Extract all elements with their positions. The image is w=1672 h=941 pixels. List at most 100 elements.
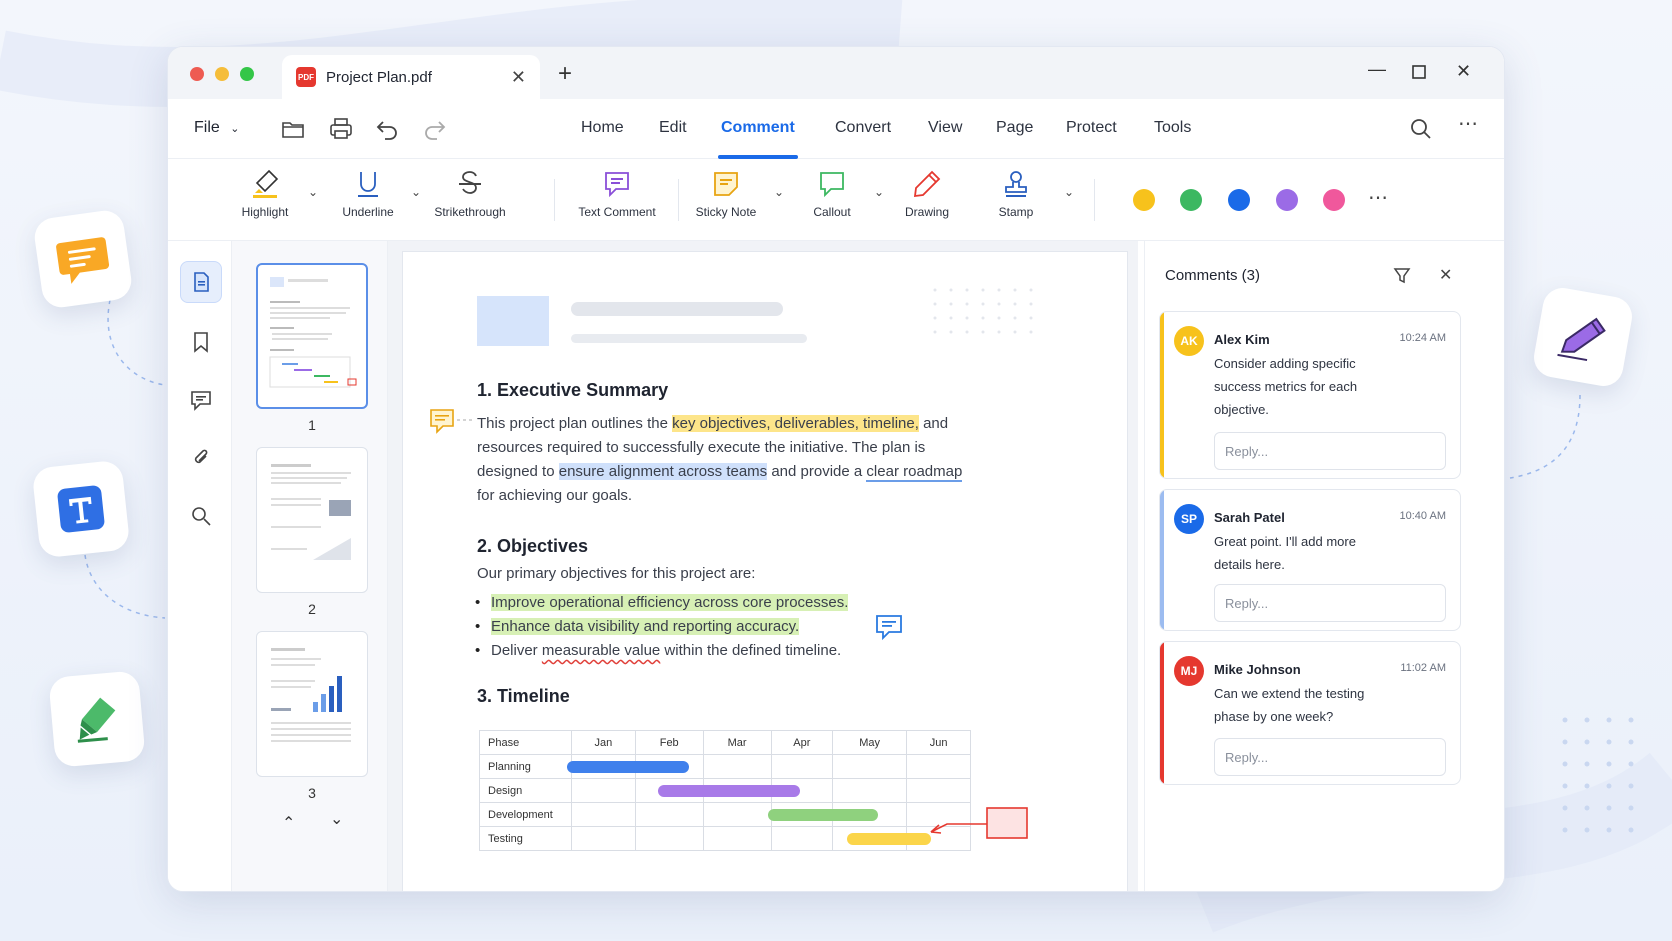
file-menu[interactable]: File ⌄ [194, 119, 239, 137]
floating-highlighter-card [48, 670, 146, 768]
highlighted-text-blue[interactable]: ensure alignment across teams [558, 463, 768, 480]
highlighted-text[interactable]: key objectives, deliverables, timeline, [672, 415, 919, 432]
menu-convert[interactable]: Convert [835, 119, 891, 137]
sidebar-pages[interactable] [180, 261, 222, 303]
page-thumbnail-3[interactable] [256, 631, 368, 777]
text-span: designed to [477, 463, 559, 480]
comment-time: 10:24 AM [1399, 332, 1446, 344]
logo-placeholder [477, 296, 549, 346]
close-window-icon[interactable]: ✕ [1456, 61, 1471, 82]
page-thumbnail-1[interactable] [256, 263, 368, 409]
color-swatch-yellow[interactable] [1133, 189, 1155, 211]
underlined-text[interactable]: clear roadmap [866, 463, 963, 482]
redo-icon[interactable] [421, 116, 447, 142]
more-colors-icon[interactable]: ⋯ [1368, 185, 1388, 210]
filter-icon[interactable] [1393, 267, 1411, 285]
tab-title: Project Plan.pdf [326, 68, 432, 86]
comment-ribbon: Highlight ⌄ Underline ⌄ Strikethrough Te… [168, 159, 1504, 241]
drawing-tool[interactable]: Drawing [894, 169, 960, 219]
color-swatch-blue[interactable] [1228, 189, 1250, 211]
menu-page[interactable]: Page [996, 119, 1033, 137]
menu-comment[interactable]: Comment [721, 119, 795, 137]
stamp-tool[interactable]: Stamp [986, 169, 1046, 219]
comment-marker-icon[interactable] [875, 614, 905, 644]
open-folder-icon[interactable] [280, 116, 306, 142]
left-sidebar [168, 241, 232, 891]
page-thumbnail-2[interactable] [256, 447, 368, 593]
callout-tool[interactable]: Callout [792, 169, 872, 219]
underline-dropdown-icon[interactable]: ⌄ [411, 185, 421, 199]
comments-panel: Comments (3) ✕ AK Alex Kim 10:24 AM Cons… [1144, 241, 1504, 891]
color-swatch-green[interactable] [1180, 189, 1202, 211]
list-item: Enhance data visibility and reporting ac… [475, 618, 800, 635]
text-comment-label: Text Comment [578, 205, 656, 219]
close-tab-icon[interactable]: ✕ [511, 67, 526, 88]
squiggly-underlined-text[interactable]: measurable value [542, 642, 660, 659]
reply-input[interactable]: Reply... [1214, 432, 1446, 470]
menu-view[interactable]: View [928, 119, 962, 137]
comment-text: Great point. I'll add more details here. [1214, 534, 1356, 572]
reply-input[interactable]: Reply... [1214, 584, 1446, 622]
phase-cell: Testing [479, 826, 572, 851]
chevron-down-icon[interactable]: ⌄ [330, 809, 343, 829]
sidebar-comments[interactable] [180, 379, 222, 421]
comment-text: Can we extend the testing phase by one w… [1214, 686, 1365, 724]
close-panel-icon[interactable]: ✕ [1439, 265, 1452, 285]
arrow-annotation[interactable] [923, 806, 1043, 850]
more-options-icon[interactable]: ⋯ [1458, 111, 1484, 137]
callout-dropdown-icon[interactable]: ⌄ [874, 185, 884, 199]
minimize-window-dot[interactable] [215, 67, 229, 81]
minimize-icon[interactable]: — [1368, 59, 1386, 80]
title-placeholder [571, 302, 783, 316]
menu-edit[interactable]: Edit [659, 119, 687, 137]
stamp-dropdown-icon[interactable]: ⌄ [1064, 185, 1074, 199]
avatar: MJ [1174, 656, 1204, 686]
menu-protect[interactable]: Protect [1066, 119, 1117, 137]
sidebar-bookmarks[interactable] [180, 321, 222, 363]
highlight-dropdown-icon[interactable]: ⌄ [308, 185, 318, 199]
comment-accent-stripe [1160, 490, 1164, 630]
new-tab-icon[interactable]: + [558, 60, 572, 88]
underline-tool[interactable]: Underline [331, 169, 405, 219]
sticky-note-dropdown-icon[interactable]: ⌄ [774, 185, 784, 199]
menu-home[interactable]: Home [581, 119, 624, 137]
underline-icon [358, 172, 378, 197]
menu-tools[interactable]: Tools [1154, 119, 1191, 137]
text-comment-tool[interactable]: Text Comment [562, 169, 672, 219]
sidebar-search[interactable] [180, 495, 222, 537]
strikethrough-label: Strikethrough [434, 205, 506, 219]
comment-card[interactable]: SP Sarah Patel 10:40 AM Great point. I'l… [1159, 489, 1461, 631]
reply-input[interactable]: Reply... [1214, 738, 1446, 776]
pdf-page: 1. Executive Summary This project plan o… [402, 251, 1128, 891]
highlight-tool[interactable]: Highlight [230, 169, 300, 219]
strikethrough-tool[interactable]: Strikethrough [430, 169, 510, 219]
highlighter-icon [253, 169, 279, 198]
document-tab[interactable]: PDF Project Plan.pdf ✕ [282, 55, 540, 99]
page-preview [271, 464, 351, 560]
sidebar-attachments[interactable] [180, 437, 222, 479]
comment-card[interactable]: AK Alex Kim 10:24 AM Consider adding spe… [1159, 311, 1461, 479]
avatar: AK [1174, 326, 1204, 356]
drawing-label: Drawing [904, 205, 949, 219]
comment-card[interactable]: MJ Mike Johnson 11:02 AM Can we extend t… [1159, 641, 1461, 785]
highlighted-text-green[interactable]: Improve operational efficiency across co… [491, 594, 849, 611]
search-icon[interactable] [1408, 116, 1434, 142]
print-icon[interactable] [328, 116, 354, 142]
menu-bar: File ⌄ Home Edit Comment Convert View Pa… [168, 99, 1504, 159]
maximize-window-dot[interactable] [240, 67, 254, 81]
maximize-icon[interactable] [1412, 65, 1426, 79]
floating-pen-card [1530, 284, 1636, 390]
header-cell: Feb [634, 730, 704, 755]
comment-accent-stripe [1160, 642, 1164, 784]
bookmark-icon [194, 332, 208, 353]
chevron-up-icon[interactable]: ⌃ [282, 813, 295, 833]
color-swatch-pink[interactable] [1323, 189, 1345, 211]
highlighted-text-green[interactable]: Enhance data visibility and reporting ac… [491, 618, 800, 635]
close-window-dot[interactable] [190, 67, 204, 81]
undo-icon[interactable] [375, 116, 401, 142]
sticky-note-marker-icon[interactable] [429, 408, 479, 442]
floating-text-card [31, 459, 131, 559]
sticky-note-tool[interactable]: Sticky Note [686, 169, 766, 219]
color-swatch-purple[interactable] [1276, 189, 1298, 211]
paragraph-line-2: resources required to successfully execu… [477, 439, 926, 456]
